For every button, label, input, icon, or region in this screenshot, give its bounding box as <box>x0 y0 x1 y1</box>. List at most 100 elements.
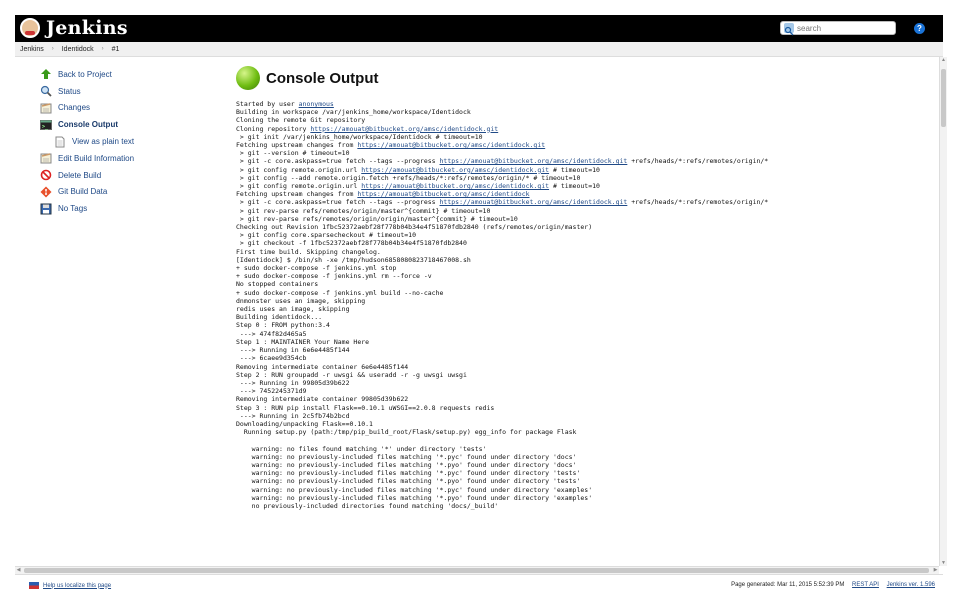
breadcrumb-identidock[interactable]: Identidock <box>62 46 94 53</box>
sidebar-item-label: Changes <box>58 103 91 113</box>
console-line: > git -c core.askpass=true fetch --tags … <box>236 198 769 207</box>
notepad-icon <box>40 102 52 114</box>
console-line: warning: no previously-included files ma… <box>236 477 581 486</box>
localize-flag-icon <box>29 582 39 589</box>
console-line: ---> Running in 6e6e4485f144 <box>236 346 350 355</box>
console-line: > git -c core.askpass=true fetch --tags … <box>236 157 769 166</box>
console-line: + sudo docker-compose -f jenkins.yml bui… <box>236 288 444 297</box>
sidebar-item-label: Back to Project <box>58 69 112 79</box>
sidebar-item-label: Git Build Data <box>58 187 108 197</box>
console-line: warning: no files found matching '*' und… <box>236 444 487 453</box>
console-line: Step 2 : RUN groupadd -r uwsgi && userad… <box>236 370 467 379</box>
console-line: No stopped containers <box>236 280 319 289</box>
rest-api-link[interactable]: REST API <box>852 582 879 588</box>
console-line: > git rev-parse refs/remotes/origin/orig… <box>236 214 518 223</box>
console-line: Step 3 : RUN pip install Flask==0.10.1 u… <box>236 403 495 412</box>
sidebar-item-view-as-plain-text[interactable]: View as plain text <box>40 133 200 150</box>
console-line: > git config core.sparsecheckout # timeo… <box>236 231 417 240</box>
console-line: Started by user anonymous <box>236 100 334 108</box>
console-line: Cloning repository https://amouat@bitbuc… <box>236 124 499 133</box>
console-line: ---> 474f82d465a5 <box>236 329 307 338</box>
vertical-scrollbar[interactable]: ▲ ▼ <box>939 57 947 566</box>
search-icon <box>784 23 794 36</box>
jenkins-version-link[interactable]: Jenkins ver. 1.596 <box>887 582 935 588</box>
breadcrumb-jenkins[interactable]: Jenkins <box>20 46 44 53</box>
breadcrumb-build[interactable]: #1 <box>112 46 120 53</box>
scroll-down-icon[interactable]: ▼ <box>941 560 946 566</box>
search-box[interactable] <box>780 21 896 36</box>
sidebar-item-no-tags[interactable]: No Tags <box>40 200 200 217</box>
git-icon <box>40 186 52 198</box>
console-line: no previously-included directories found… <box>236 501 499 510</box>
sidebar-item-edit-build-information[interactable]: Edit Build Information <box>40 150 200 167</box>
sidebar-item-git-build-data[interactable]: Git Build Data <box>40 184 200 201</box>
vertical-scrollbar-thumb[interactable] <box>941 69 946 127</box>
console-line: > git --version # timeout=10 <box>236 149 350 158</box>
document-icon <box>54 136 66 148</box>
search-icon <box>40 85 52 97</box>
sidebar-item-label: No Tags <box>58 204 88 214</box>
page-title: Console Output <box>266 69 379 87</box>
success-ball-icon <box>236 66 260 90</box>
console-line: > git init /var/jenkins_home/workspace/I… <box>236 132 483 141</box>
footer-right: Page generated: Mar 11, 2015 5:52:39 PM … <box>731 582 935 588</box>
sidebar-item-back-to-project[interactable]: Back to Project <box>40 66 200 83</box>
console-line: Fetching upstream changes from https://a… <box>236 141 546 150</box>
horizontal-scrollbar[interactable]: ◀ ▶ <box>15 566 939 574</box>
sidebar: Back to Project Status Changes >_ Consol… <box>40 66 200 217</box>
console-line: > git checkout -f 1fbc52372aebf28f778b04… <box>236 239 467 248</box>
console-line: warning: no previously-included files ma… <box>236 460 577 469</box>
sidebar-item-delete-build[interactable]: Delete Build <box>40 167 200 184</box>
horizontal-scrollbar-thumb[interactable] <box>24 568 929 573</box>
console-line: Fetching upstream changes from https://a… <box>236 190 530 199</box>
console-line: Building in workspace /var/jenkins_home/… <box>236 108 471 117</box>
sidebar-item-changes[interactable]: Changes <box>40 100 200 117</box>
console-link[interactable]: https://amouat@bitbucket.org/amsc/identi… <box>357 190 529 198</box>
footer-left: Help us localize this page <box>29 582 111 589</box>
console-line: Step 1 : MAINTAINER Your Name Here <box>236 337 370 346</box>
console-line: warning: no previously-included files ma… <box>236 493 593 502</box>
console-link[interactable]: https://amouat@bitbucket.org/amsc/identi… <box>361 166 549 174</box>
console-link[interactable]: https://amouat@bitbucket.org/amsc/identi… <box>357 141 545 149</box>
console-link[interactable]: https://amouat@bitbucket.org/amsc/identi… <box>361 182 549 190</box>
up-arrow-icon <box>40 68 52 80</box>
console-line: ---> 6caee9d354cb <box>236 354 307 363</box>
scroll-left-icon[interactable]: ◀ <box>15 567 22 574</box>
page-generated-text: Page generated: Mar 11, 2015 5:52:39 PM <box>731 582 845 588</box>
console-line: ---> Running in 99805d39b622 <box>236 378 350 387</box>
scroll-right-icon[interactable]: ▶ <box>932 567 939 574</box>
sidebar-item-label: Console Output <box>58 120 118 130</box>
console-line: warning: no previously-included files ma… <box>236 452 577 461</box>
console-line: > git config --add remote.origin.fetch +… <box>236 173 581 182</box>
console-line: Downloading/unpacking Flask==0.10.1 <box>236 419 373 428</box>
sidebar-item-status[interactable]: Status <box>40 83 200 100</box>
breadcrumb-separator-icon: › <box>51 46 54 52</box>
header-bar: Jenkins ? <box>15 15 943 42</box>
localize-link[interactable]: Help us localize this page <box>43 583 111 589</box>
footer: Help us localize this page Page generate… <box>15 574 943 595</box>
scroll-up-icon[interactable]: ▲ <box>941 57 946 63</box>
console-line: Running setup.py (path:/tmp/pip_build_ro… <box>236 428 577 437</box>
console-link[interactable]: anonymous <box>299 100 334 108</box>
svg-text:>_: >_ <box>42 124 49 130</box>
console-line: + sudo docker-compose -f jenkins.yml rm … <box>236 272 432 281</box>
no-entry-icon <box>40 169 52 181</box>
console-line: Step 0 : FROM python:3.4 <box>236 321 330 330</box>
console-link[interactable]: https://amouat@bitbucket.org/amsc/identi… <box>310 125 498 133</box>
console-output: Started by user anonymous Building in wor… <box>236 100 926 510</box>
help-icon[interactable]: ? <box>914 23 925 34</box>
console-line: warning: no previously-included files ma… <box>236 469 581 478</box>
jenkins-logo[interactable]: Jenkins <box>20 17 128 39</box>
main-content: Console Output Started by user anonymous… <box>236 66 926 510</box>
console-link[interactable]: https://amouat@bitbucket.org/amsc/identi… <box>440 157 628 165</box>
breadcrumb-separator-icon: › <box>101 46 104 52</box>
sidebar-item-console-output[interactable]: >_ Console Output <box>40 116 200 133</box>
console-link[interactable]: https://amouat@bitbucket.org/amsc/identi… <box>440 198 628 206</box>
console-line: ---> 7452245371d9 <box>236 387 307 396</box>
console-line: > git rev-parse refs/remotes/origin/mast… <box>236 206 491 215</box>
terminal-icon: >_ <box>40 119 52 131</box>
search-input[interactable] <box>794 23 893 33</box>
sidebar-item-label: Delete Build <box>58 170 102 180</box>
breadcrumb: Jenkins › Identidock › #1 <box>15 42 943 57</box>
